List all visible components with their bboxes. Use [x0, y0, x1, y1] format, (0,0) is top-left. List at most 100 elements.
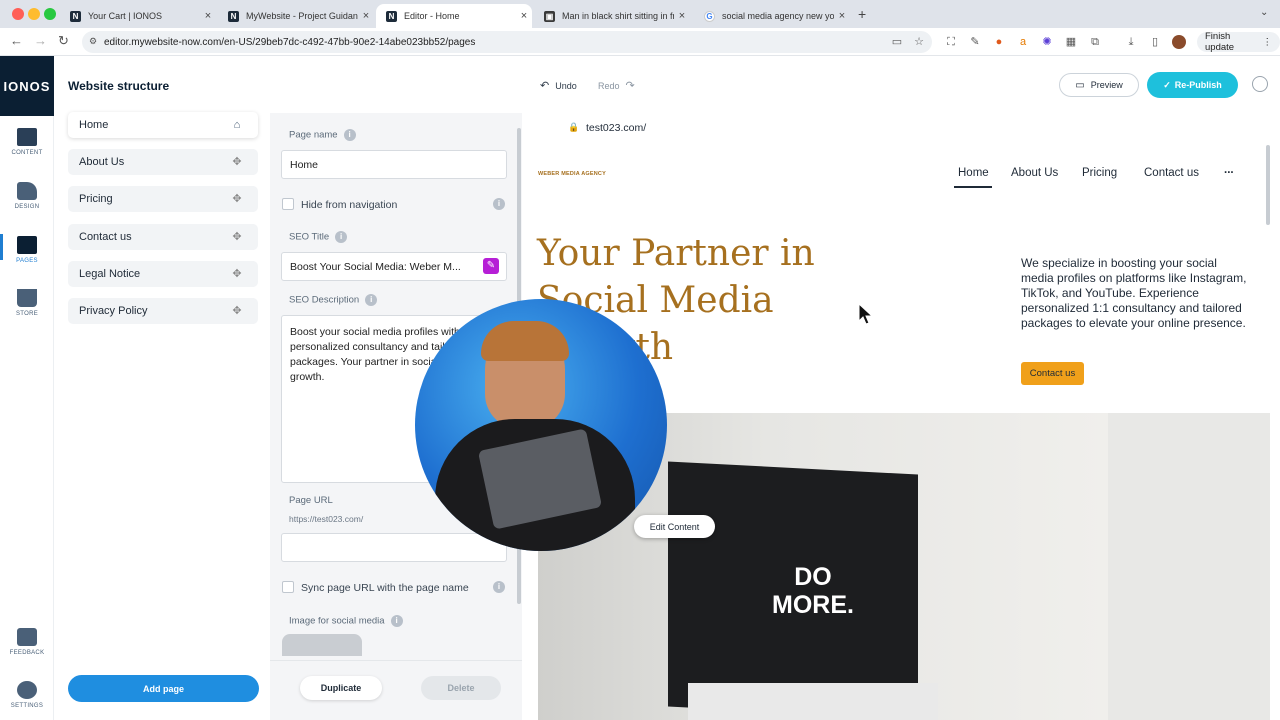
info-icon[interactable]: i [390, 615, 403, 627]
browser-tab-active[interactable]: N Editor - Home × [376, 4, 532, 28]
republish-button[interactable]: ✓ Re-Publish [1147, 72, 1238, 98]
forward-icon[interactable]: → [34, 33, 47, 48]
browser-tab[interactable]: ▣ Man in black shirt sitting in fr × [534, 4, 690, 28]
pages-icon [17, 236, 37, 254]
page-item-about-us[interactable]: About Us ✥ [68, 149, 258, 175]
site-nav-home[interactable]: Home [958, 167, 989, 179]
screenshot-icon[interactable]: ⛶ [944, 35, 958, 49]
undo-icon: ↶ [540, 80, 550, 92]
drag-handle-icon[interactable]: ✥ [230, 267, 244, 281]
close-tab-icon[interactable]: × [516, 10, 532, 22]
sidebar-icon[interactable]: ▯ [1148, 35, 1162, 49]
delete-button[interactable]: Delete [421, 676, 501, 700]
close-tab-icon[interactable]: × [674, 10, 690, 22]
minimize-window-icon[interactable] [28, 8, 40, 20]
cast-icon[interactable]: ▭ [890, 35, 904, 49]
info-icon[interactable]: i [343, 129, 356, 141]
tab-list-chevron-icon[interactable]: ⌄ [1260, 7, 1268, 18]
rail-item-content[interactable]: CONTENT [0, 128, 54, 156]
page-url-prefix: https://test023.com/ [289, 514, 364, 524]
redo-button[interactable]: Redo ↷ [598, 79, 635, 92]
reload-icon[interactable]: ↻ [58, 33, 69, 49]
content-icon [17, 128, 37, 146]
rail-item-feedback[interactable]: FEEDBACK [0, 628, 54, 656]
close-tab-icon[interactable]: × [834, 10, 850, 22]
drag-handle-icon[interactable]: ✥ [230, 230, 244, 244]
rail-item-design[interactable]: DESIGN [0, 182, 54, 210]
extension-icon[interactable]: ▦ [1064, 35, 1078, 49]
close-tab-icon[interactable]: × [358, 10, 374, 22]
contact-us-button[interactable]: Contact us [1021, 362, 1084, 385]
address-bar[interactable]: ⚙ editor.mywebsite-now.com/en-US/29beb7d… [82, 31, 932, 53]
site-info-icon[interactable]: ⚙ [89, 36, 97, 47]
browser-tab[interactable]: N MyWebsite - Project Guidanc × [218, 4, 374, 28]
finish-update-button[interactable]: Finish update ⋮ [1197, 31, 1280, 53]
drag-handle-icon[interactable]: ✥ [230, 155, 244, 169]
sync-page-url-checkbox[interactable] [282, 581, 294, 593]
page-item-privacy-policy[interactable]: Privacy Policy ✥ [68, 298, 258, 324]
website-structure-title: Website structure [68, 79, 170, 93]
extension-icon[interactable]: ✺ [1040, 35, 1054, 49]
feedback-icon [17, 628, 37, 646]
nav-active-underline [954, 186, 992, 188]
profile-avatar-icon[interactable] [1172, 35, 1186, 49]
checkmark-icon: ✓ [1163, 79, 1171, 90]
extensions-puzzle-icon[interactable]: ⧉ [1088, 35, 1102, 49]
seo-title-label: SEO Title i [289, 231, 348, 243]
image-favicon-icon: ▣ [544, 10, 555, 22]
duplicate-button[interactable]: Duplicate [300, 676, 382, 700]
new-tab-icon[interactable]: + [858, 6, 866, 22]
info-icon[interactable]: i [493, 198, 505, 210]
info-icon[interactable]: i [365, 294, 378, 306]
page-item-legal-notice[interactable]: Legal Notice ✥ [68, 261, 258, 287]
drag-handle-icon[interactable]: ✥ [230, 192, 244, 206]
rail-item-store[interactable]: STORE [0, 289, 54, 317]
close-window-icon[interactable] [12, 8, 24, 20]
download-icon[interactable]: ⤓ [1124, 35, 1138, 49]
undo-button[interactable]: ↶ Undo [540, 79, 577, 92]
preview-address-bar: 🔒 test023.com/ [568, 122, 647, 134]
site-nav-more[interactable]: ... [1224, 164, 1234, 176]
bookmark-star-icon[interactable]: ☆ [912, 35, 926, 49]
site-nav-contact-us[interactable]: Contact us [1144, 167, 1199, 179]
editor-left-rail: IONOS CONTENT DESIGN PAGES STORE FEEDBAC… [0, 56, 54, 720]
social-media-image-label: Image for social media i [289, 615, 403, 627]
ionos-logo: IONOS [0, 56, 54, 116]
hero-intro-text[interactable]: We specialize in boosting your social me… [1021, 256, 1251, 331]
seo-title-input[interactable]: Boost Your Social Media: Weber M... [281, 252, 507, 281]
drag-handle-icon[interactable]: ✥ [230, 304, 244, 318]
rail-item-pages[interactable]: PAGES [0, 236, 54, 264]
rail-item-settings[interactable]: SETTINGS [0, 681, 54, 709]
browser-tab[interactable]: G social media agency new yor × [694, 4, 850, 28]
edit-content-button[interactable]: Edit Content [634, 515, 715, 538]
ai-magic-wand-icon[interactable]: ✎ [483, 258, 499, 274]
info-icon[interactable]: i [335, 231, 348, 243]
info-icon[interactable]: i [493, 581, 505, 593]
store-icon [17, 289, 37, 307]
page-name-input[interactable]: Home [281, 150, 507, 179]
pen-extension-icon[interactable]: ✎ [968, 35, 982, 49]
preview-button[interactable]: ▭ Preview [1059, 73, 1139, 97]
page-item-pricing[interactable]: Pricing ✥ [68, 186, 258, 212]
globe-icon[interactable] [1252, 76, 1268, 92]
amazon-extension-icon[interactable]: a [1016, 35, 1030, 49]
maximize-window-icon[interactable] [44, 8, 56, 20]
browser-tab[interactable]: N Your Cart | IONOS × [60, 4, 216, 28]
more-menu-icon: ⋮ [1262, 36, 1273, 48]
social-image-placeholder[interactable] [282, 634, 362, 656]
site-brand-logo[interactable]: WEBER MEDIA AGENCY [538, 171, 606, 177]
close-tab-icon[interactable]: × [200, 10, 216, 22]
preview-scrollbar[interactable] [1266, 145, 1270, 225]
site-nav-about-us[interactable]: About Us [1011, 167, 1058, 179]
extension-icon[interactable]: ● [992, 35, 1006, 49]
back-icon[interactable]: ← [10, 33, 23, 48]
hide-from-navigation-checkbox[interactable] [282, 198, 294, 210]
site-nav-pricing[interactable]: Pricing [1082, 167, 1117, 179]
page-item-contact-us[interactable]: Contact us ✥ [68, 224, 258, 250]
settings-icon [17, 681, 37, 699]
page-item-home[interactable]: Home ⌂ [68, 112, 258, 138]
redo-icon: ↷ [625, 80, 635, 92]
add-page-button[interactable]: Add page [68, 675, 259, 702]
presenter-hair [481, 321, 569, 361]
hide-from-navigation-label: Hide from navigation [301, 199, 398, 211]
